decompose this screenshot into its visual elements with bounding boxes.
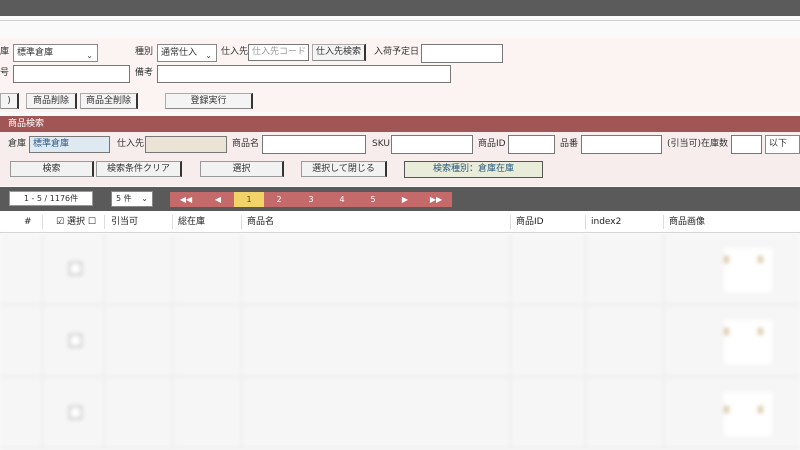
warehouse-select[interactable]: 標準倉庫 ⌄ [13,44,98,62]
page-1-button[interactable]: 1 [234,192,264,207]
results-table-header: # ☑ 選択 ☐ 引当可 総在庫 商品名 商品ID index2 商品画像 [0,211,800,233]
product-thumbnail [724,248,772,292]
select-and-close-button[interactable]: 選択して閉じる [301,161,387,177]
column-divider [663,215,664,229]
product-no-input[interactable] [581,135,662,154]
last-page-button[interactable]: ▶▶ [420,192,452,207]
col-product-name: 商品名 [247,217,275,227]
type-label: 種別 [135,47,154,57]
search-warehouse-field[interactable]: 標準倉庫 [29,136,110,153]
clear-conditions-button[interactable]: 検索条件クリア [96,161,182,177]
warehouse-label: 庫 [0,47,10,57]
column-divider [585,215,586,229]
sku-input[interactable] [391,135,473,154]
type-select-value: 通常仕入 [161,48,198,58]
prev-page-button[interactable]: ◀ [202,192,234,207]
stock-input[interactable] [731,135,762,154]
row-checkbox[interactable] [69,406,82,419]
product-id-input[interactable] [508,135,555,154]
page-3-button[interactable]: 3 [296,192,326,207]
product-thumbnail [724,392,772,436]
note-input[interactable] [157,65,451,83]
supplier-search-button[interactable]: 仕入先検索 [312,44,366,61]
type-select[interactable]: 通常仕入 ⌄ [157,44,217,62]
supplier-code-input[interactable]: 仕入先コード [248,44,309,61]
sku-label: SKU [372,139,390,149]
delete-all-button[interactable]: 商品全削除 [80,93,138,109]
next-page-button[interactable]: ▶ [390,192,420,207]
search-supplier-field[interactable] [145,136,227,153]
stock-label: (引当可)在庫数 [667,139,729,149]
select-all-checkbox-icon[interactable]: ☑ [56,217,64,227]
select-button[interactable]: 選択 [200,161,284,177]
product-no-label: 品番 [560,139,579,149]
top-divider [0,20,800,21]
chevron-down-icon: ⌄ [205,51,212,60]
product-thumbnail [724,320,772,364]
product-name-input[interactable] [262,135,366,154]
table-row[interactable] [0,234,800,306]
arrival-date-input[interactable] [421,44,503,63]
search-warehouse-label: 倉庫 [8,139,27,149]
column-divider [172,215,173,229]
number-label: 号 [0,68,10,78]
col-select-label: 選択 [66,217,85,227]
per-page-value: 5 件 [116,194,132,203]
search-type-badge: 検索種別：倉庫在庫 [404,161,543,178]
product-name-label: 商品名 [232,139,260,149]
row-checkbox[interactable] [69,334,82,347]
column-divider [510,215,511,229]
number-input[interactable] [13,65,130,83]
row-checkbox[interactable] [69,262,82,275]
table-row[interactable] [0,378,800,450]
chevron-down-icon: ⌄ [141,194,148,203]
product-id-label: 商品ID [478,139,506,149]
page-4-button[interactable]: 4 [327,192,357,207]
table-row[interactable] [0,306,800,378]
col-product-id: 商品ID [516,217,544,227]
search-button[interactable]: 検索 [10,161,94,177]
col-index2: index2 [591,217,622,227]
supplier-label: 仕入先 [221,47,249,57]
results-table-body [0,234,800,450]
col-num: # [24,217,32,227]
partial-button[interactable]: ) [0,93,19,109]
note-label: 備考 [135,68,154,78]
product-search-header: 商品検索 [0,116,800,132]
deselect-all-checkbox-icon[interactable]: ☐ [88,217,96,227]
arrival-date-label: 入荷予定日 [374,47,420,57]
first-page-button[interactable]: ◀◀ [170,192,202,207]
result-count: 1 - 5 / 1176件 [9,191,93,206]
warehouse-select-value: 標準倉庫 [17,48,54,58]
col-select: ☑ 選択 ☐ [54,211,96,233]
per-page-select[interactable]: 5 件 ⌄ [111,191,153,207]
pagination: ◀◀ ◀ 1 2 3 4 5 ▶ ▶▶ [170,192,452,207]
top-app-bar [0,0,800,16]
col-allocatable: 引当可 [111,217,139,227]
column-divider [42,215,43,229]
stock-comparator-select[interactable]: 以下 [765,135,800,154]
column-divider [104,215,105,229]
page-5-button[interactable]: 5 [358,192,388,207]
search-supplier-label: 仕入先 [117,139,145,149]
register-button[interactable]: 登録実行 [165,93,253,109]
column-divider [241,215,242,229]
stock-comparator-value: 以下 [769,139,788,149]
delete-item-button[interactable]: 商品削除 [26,93,77,109]
chevron-down-icon: ⌄ [86,51,93,60]
col-product-image: 商品画像 [669,217,706,227]
page-2-button[interactable]: 2 [264,192,294,207]
col-total-stock: 総在庫 [178,217,206,227]
